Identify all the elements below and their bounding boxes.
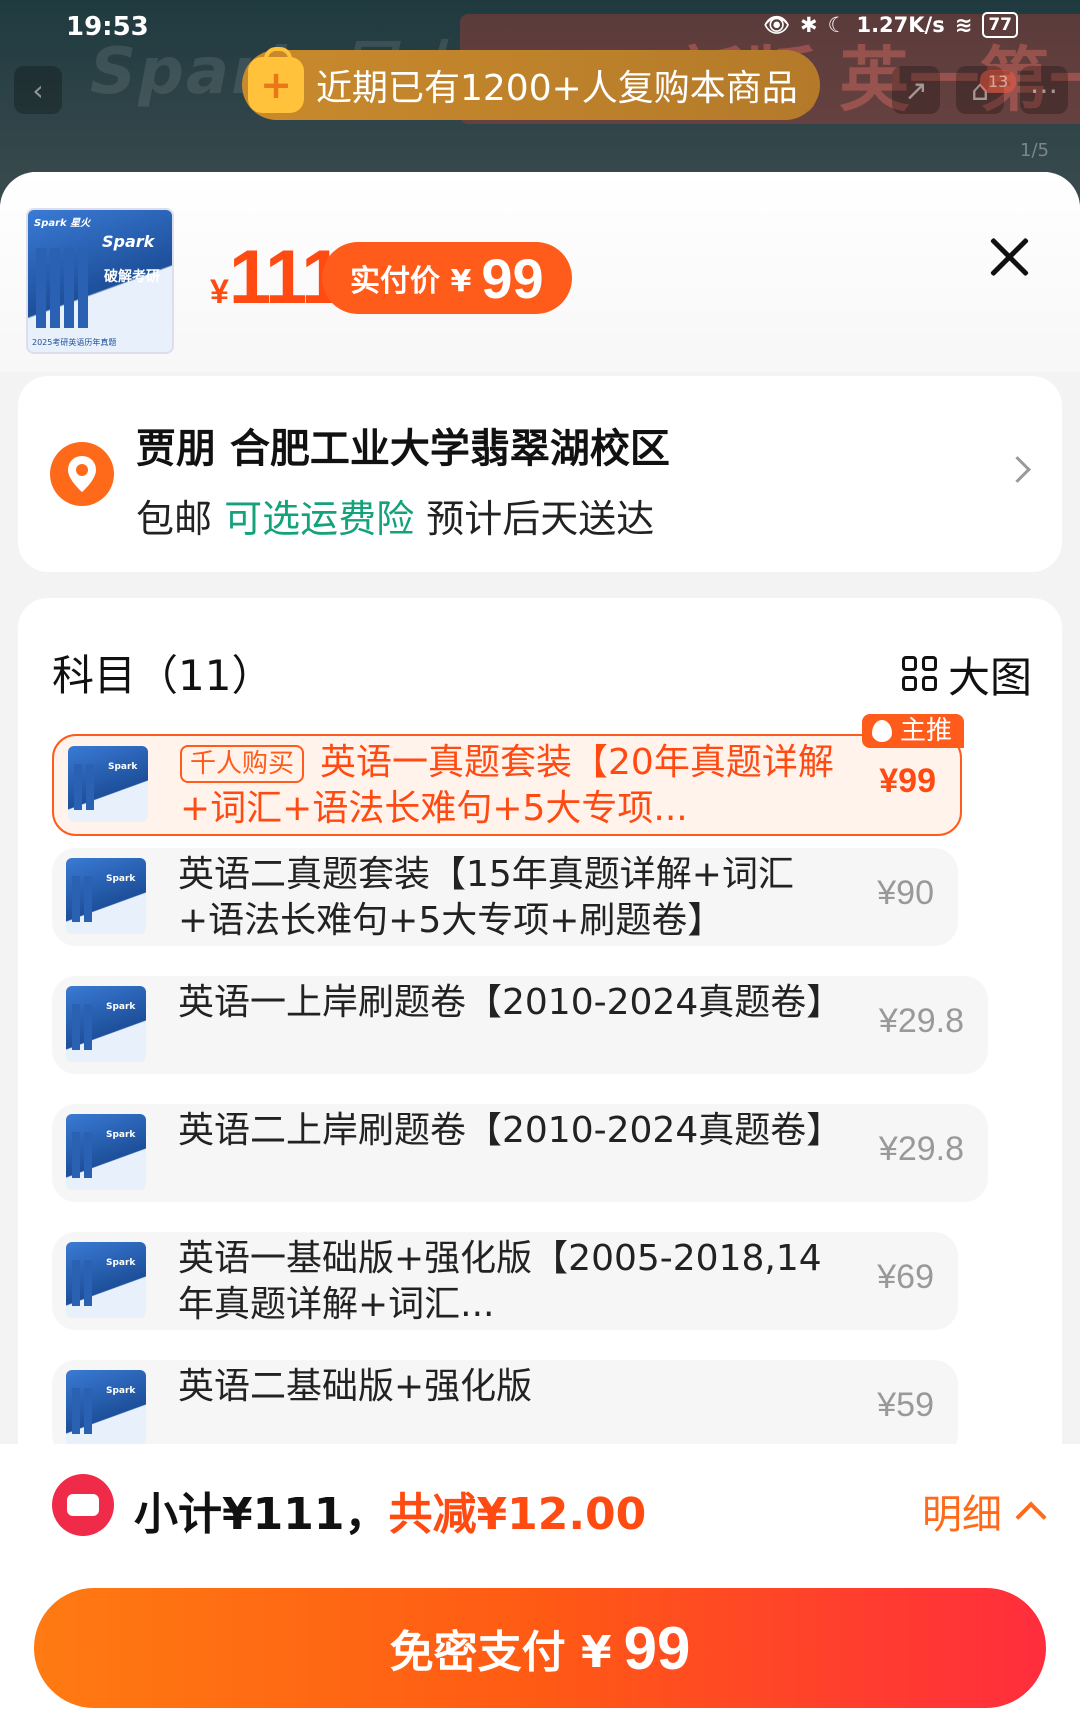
repurchase-banner: + 近期已有1200+人复购本商品: [242, 47, 820, 120]
item-title: 英语二真题套装【15年真题详解+词汇+语法长难句+5大专项+刷题卷】: [178, 854, 794, 941]
close-icon[interactable]: [986, 234, 1032, 280]
item-thumbnail: Spark: [68, 746, 148, 822]
item-title: 英语二基础版+强化版: [178, 1366, 533, 1407]
chevron-up-icon: [1015, 1501, 1047, 1533]
item-title: 英语一基础版+强化版【2005-2018,14年真题详解+词汇...: [178, 1238, 822, 1325]
flame-icon: [871, 720, 892, 742]
item-price: ¥29.8: [878, 1002, 964, 1040]
coupon-ticket-icon: [52, 1474, 114, 1536]
subject-item-english1-basic[interactable]: Spark 英语一基础版+强化版【2005-2018,14年真题详解+词汇...…: [52, 1232, 958, 1330]
shipping-info: 包邮 可选运费险 预计后天送达: [136, 497, 655, 541]
cart-count-badge: 13: [980, 70, 1017, 93]
popular-tag: 千人购买: [180, 745, 305, 783]
subject-item-english1-set[interactable]: 主推 Spark 千人购买 英语一真题套装【20年真题详解+词汇+语法长难句+5大…: [52, 714, 964, 836]
battery-icon: 77: [982, 12, 1018, 38]
recipient-address: 贾朋 合肥工业大学翡翠湖校区: [136, 426, 670, 472]
moon-icon: ☾: [827, 13, 847, 37]
item-thumbnail: Spark: [66, 1114, 146, 1190]
wifi-icon: ≋: [954, 13, 973, 37]
back-icon[interactable]: ‹: [14, 66, 62, 114]
item-thumbnail: Spark: [66, 1242, 146, 1318]
checkout-bar: 小计¥111，共减¥12.00 明细 免密支付 ¥99: [0, 1444, 1080, 1728]
price-detail-toggle[interactable]: 明细: [922, 1482, 1047, 1540]
repurchase-text: 近期已有1200+人复购本商品: [316, 68, 798, 109]
item-thumbnail: Spark: [66, 858, 146, 934]
item-title: 英语一上岸刷题卷【2010-2024真题卷】: [178, 982, 843, 1023]
big-view-toggle[interactable]: 大图: [901, 644, 1032, 705]
image-pager: 1/5: [1020, 140, 1049, 161]
item-price: ¥90: [877, 874, 934, 912]
shipping-insurance-link[interactable]: 可选运费险: [224, 497, 414, 541]
item-price: ¥29.8: [878, 1130, 964, 1168]
recommend-badge: 主推: [861, 714, 964, 748]
share-icon[interactable]: ↗: [892, 66, 940, 114]
chevron-right-icon: [1004, 456, 1031, 483]
subject-item-english2-papers[interactable]: Spark 英语二上岸刷题卷【2010-2024真题卷】 ¥29.8: [52, 1104, 988, 1202]
actual-price-pill: 实付价 ¥ 99: [322, 242, 572, 314]
item-price: ¥59: [877, 1386, 934, 1424]
eye-icon: 👁: [763, 12, 791, 37]
item-title: 英语二上岸刷题卷【2010-2024真题卷】: [178, 1110, 843, 1151]
status-bar: 19:53 👁 ✱ ☾ 1.27K/s ≋ 77: [0, 0, 1080, 56]
address-card[interactable]: 贾朋 合肥工业大学翡翠湖校区 包邮 可选运费险 预计后天送达: [18, 376, 1062, 572]
item-price: ¥99: [879, 762, 936, 800]
product-thumbnail[interactable]: Spark 星火 Spark 破解考研 2025考研英语历年真题: [26, 208, 174, 354]
password-free-pay-button[interactable]: 免密支付 ¥99: [34, 1588, 1046, 1708]
shopping-bag-icon: +: [248, 47, 304, 113]
status-time: 19:53: [66, 12, 149, 42]
bluetooth-icon: ✱: [800, 13, 818, 37]
subject-item-english2-set[interactable]: Spark 英语二真题套装【15年真题详解+词汇+语法长难句+5大专项+刷题卷】…: [52, 848, 958, 946]
net-speed: 1.27K/s: [856, 13, 945, 37]
location-pin-icon: [50, 442, 114, 506]
subjects-title: 科目（11）: [52, 651, 274, 700]
item-title: 千人购买 英语一真题套装【20年真题详解+词汇+语法长难句+5大专项...: [180, 742, 834, 829]
more-icon[interactable]: ⋯: [1020, 66, 1068, 114]
item-thumbnail: Spark: [66, 1370, 146, 1446]
item-thumbnail: Spark: [66, 986, 146, 1062]
grid-icon: [901, 655, 940, 694]
subjects-card: 科目（11） 大图 主推 Spark 千人购买 英语一真题套装【20年真题详解+词…: [18, 598, 1062, 1518]
subject-item-english1-papers[interactable]: Spark 英语一上岸刷题卷【2010-2024真题卷】 ¥29.8: [52, 976, 988, 1074]
sheet-header: Spark 星火 Spark 破解考研 2025考研英语历年真题 ¥111 实付…: [0, 172, 1080, 372]
item-price: ¥69: [877, 1258, 934, 1296]
discount-total: 共减¥12.00: [388, 1489, 647, 1540]
subtotal: 小计¥111，共减¥12.00: [134, 1489, 647, 1540]
